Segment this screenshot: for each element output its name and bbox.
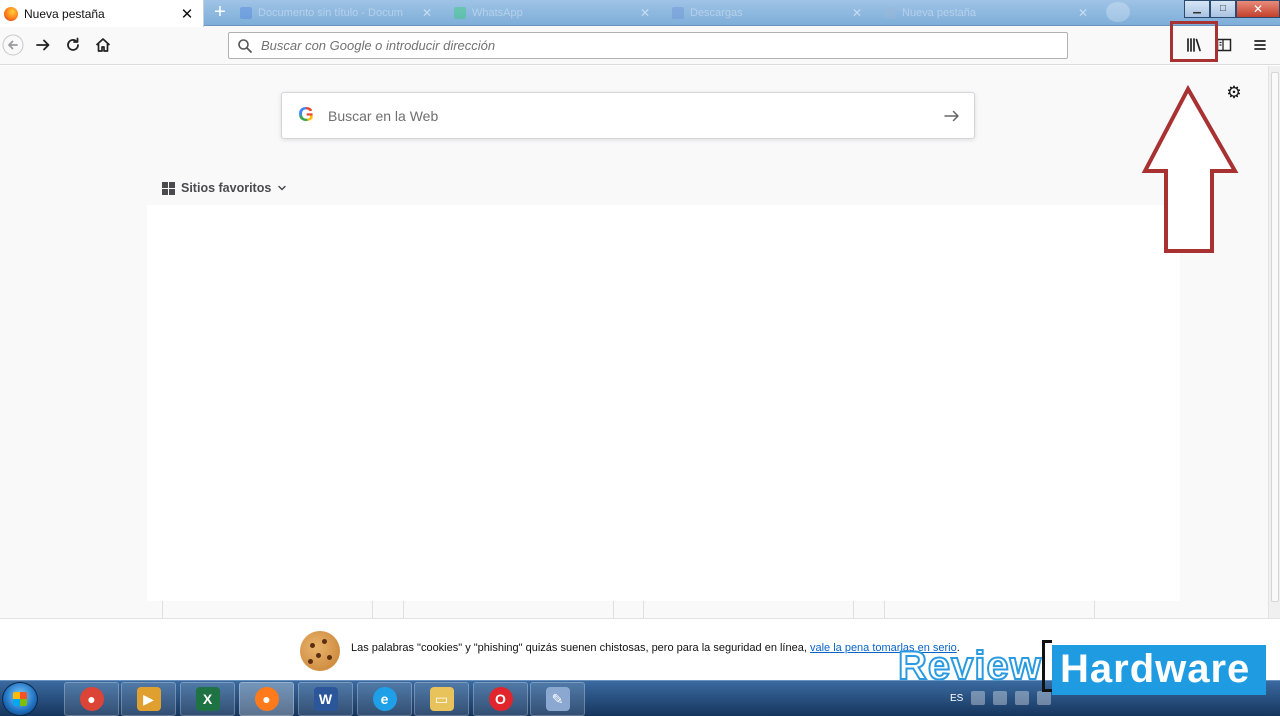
window-controls: ▁ □ ✕ [1184, 0, 1280, 18]
watermark-hardware: Hardware [1060, 647, 1251, 691]
taskbar-media-player[interactable]: ▶ [121, 682, 176, 716]
home-button[interactable] [90, 32, 116, 58]
menu-button[interactable] [1247, 32, 1273, 58]
search-icon [238, 38, 252, 53]
taskbar-word[interactable]: W [298, 682, 353, 716]
reload-icon [67, 37, 79, 51]
internet-explorer-icon: e [372, 687, 397, 711]
tab-title: Nueva pestaña [902, 7, 976, 19]
screenshot: Nueva pestaña ✕ + Documento sin título -… [0, 0, 1280, 716]
opera-icon: O [488, 687, 513, 711]
tab-title: Descargas [690, 7, 743, 19]
url-placeholder: Buscar con Google o introducir dirección [261, 38, 496, 53]
taskbar-internet-explorer[interactable]: e [357, 682, 412, 716]
media-player-icon: ▶ [136, 687, 161, 711]
tip-message: Las palabras "cookies" y "phishing" quiz… [351, 642, 807, 654]
navigation-toolbar: Buscar con Google o introducir dirección [0, 26, 1280, 65]
chrome-icon: ● [79, 687, 104, 711]
excel-icon: X [195, 687, 220, 711]
minimize-button[interactable]: ▁ [1184, 0, 1210, 18]
close-tab-icon[interactable]: ✕ [1078, 6, 1088, 20]
word-icon: W [313, 687, 338, 711]
annotation-highlight-box [1170, 21, 1218, 62]
search-go-button[interactable] [930, 93, 974, 138]
watermark-review: Review [897, 643, 1042, 689]
web-search-box[interactable]: G Buscar en la Web [281, 92, 975, 139]
topsites-header[interactable]: Sitios favoritos [162, 180, 287, 196]
usb-icon[interactable] [1015, 691, 1030, 705]
tab-strip: Nueva pestaña ✕ + Documento sin título -… [0, 0, 1280, 27]
chevron-down-icon [278, 185, 287, 191]
skype-icon[interactable] [971, 691, 986, 705]
vertical-scrollbar[interactable] [1268, 66, 1280, 618]
new-tab-button[interactable]: + [210, 2, 230, 22]
cookie-icon [300, 631, 340, 671]
firefox-icon [4, 6, 18, 21]
taskbar-excel[interactable]: X [180, 682, 235, 716]
back-icon [2, 34, 24, 56]
url-bar[interactable]: Buscar con Google o introducir dirección [228, 32, 1068, 59]
home-icon [95, 38, 111, 52]
downloads-favicon-icon [672, 7, 684, 19]
taskbar-firefox[interactable]: ● [239, 682, 294, 716]
tab-title: Documento sin título - Docum [258, 7, 403, 19]
scrollbar-thumb[interactable] [1271, 72, 1279, 602]
topsites-tile-row [147, 601, 1180, 618]
tab-title: Nueva pestaña [24, 6, 105, 21]
volume-icon[interactable] [1037, 691, 1052, 705]
annotation-arrow-icon [1141, 84, 1239, 253]
google-logo-icon: G [296, 104, 316, 127]
close-tab-icon[interactable]: ✕ [852, 6, 862, 20]
tab-nueva-pestana[interactable]: Nueva pestaña ✕ [0, 0, 204, 27]
start-button[interactable] [2, 682, 38, 716]
forward-icon [36, 39, 50, 51]
maximize-button[interactable]: □ [1210, 0, 1236, 18]
account-icon[interactable] [1106, 2, 1130, 22]
tab-background[interactable]: Descargas ✕ [664, 2, 870, 24]
whatsapp-favicon-icon [454, 7, 466, 19]
topsites-panel [147, 205, 1180, 601]
network-signal-icon[interactable] [993, 691, 1008, 705]
forward-button[interactable] [30, 32, 56, 58]
tab-background[interactable]: Documento sin título - Docum ✕ [232, 2, 440, 24]
taskbar-paint[interactable]: ✎ [530, 682, 585, 716]
firefox-icon: ● [254, 687, 279, 711]
close-tab-icon[interactable]: ✕ [179, 5, 195, 23]
language-indicator[interactable]: ES [950, 693, 963, 704]
close-tab-icon[interactable]: ✕ [422, 6, 432, 20]
grid-icon [162, 181, 175, 195]
hamburger-menu-icon [1254, 40, 1266, 50]
security-tip-text: Las palabras "cookies" y "phishing" quiz… [351, 642, 960, 654]
close-tab-icon[interactable]: ✕ [640, 6, 650, 20]
taskbar-chrome[interactable]: ● [64, 682, 119, 716]
tab-title: WhatsApp [472, 7, 523, 19]
reload-button[interactable] [60, 32, 86, 58]
close-window-button[interactable]: ✕ [1236, 0, 1280, 18]
topsites-label: Sitios favoritos [181, 181, 272, 195]
newtab-favicon-icon [884, 7, 896, 19]
taskbar-opera[interactable]: O [473, 682, 528, 716]
tab-background[interactable]: Nueva pestaña ✕ [876, 2, 1096, 24]
paint-icon: ✎ [545, 687, 570, 711]
taskbar-file-explorer[interactable]: ▭ [414, 682, 469, 716]
watermark-bracket [1042, 640, 1052, 692]
back-button[interactable] [0, 32, 26, 58]
web-search-placeholder: Buscar en la Web [328, 107, 439, 124]
docs-favicon-icon [240, 7, 252, 19]
tab-background[interactable]: WhatsApp ✕ [446, 2, 658, 24]
system-tray: ES [950, 684, 1052, 712]
arrow-right-icon [944, 110, 959, 121]
folder-icon: ▭ [429, 687, 454, 711]
